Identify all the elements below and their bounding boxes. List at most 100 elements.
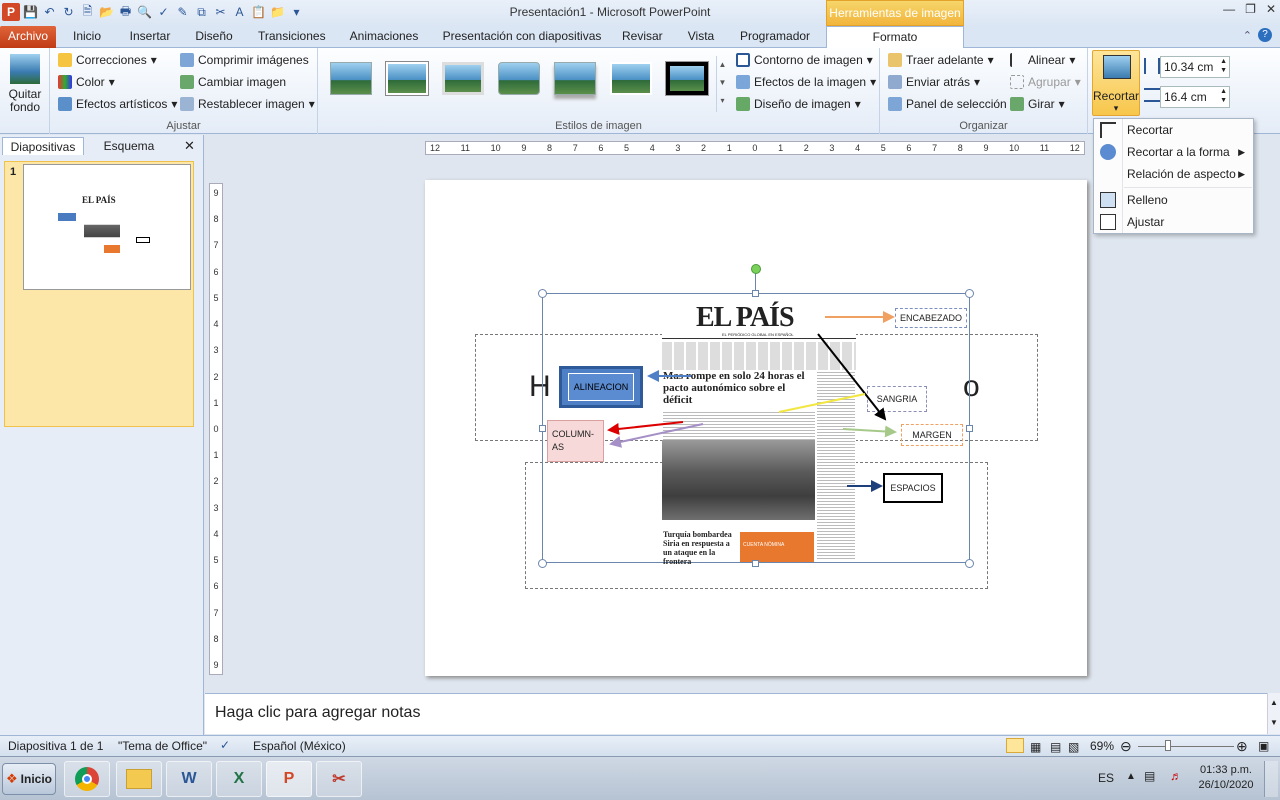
diseno-imagen-button[interactable]: Diseño de imagen ▾ [736, 97, 861, 111]
word-taskbar-icon[interactable]: W [166, 761, 212, 797]
normal-view-icon[interactable] [1006, 738, 1024, 753]
comprimir-button[interactable]: Comprimir imágenes [180, 53, 309, 67]
format-painter-icon[interactable]: ✎ [174, 4, 191, 21]
resize-handle[interactable] [538, 559, 547, 568]
resize-handle[interactable] [966, 425, 973, 432]
show-hidden-icons[interactable]: ▲ [1126, 771, 1136, 782]
menu-item-recortar[interactable]: Recortar [1094, 119, 1253, 141]
style-thumb[interactable] [610, 62, 652, 95]
folder-icon[interactable]: 📁 [269, 4, 286, 21]
traer-adelante-button[interactable]: Traer adelante ▾ [888, 53, 994, 67]
fit-to-window-icon[interactable]: ▣ [1258, 739, 1269, 753]
menu-item-relleno[interactable]: Relleno [1094, 189, 1253, 211]
zoom-slider[interactable] [1138, 746, 1234, 747]
undo-icon[interactable]: ↶ [41, 4, 58, 21]
clock-date[interactable]: 26/10/2020 [1196, 779, 1256, 791]
chrome-taskbar-icon[interactable] [64, 761, 110, 797]
paste-icon[interactable]: 📋 [250, 4, 267, 21]
style-thumb[interactable] [665, 61, 709, 96]
slideshow-icon[interactable]: ▧ [1068, 740, 1079, 754]
excel-taskbar-icon[interactable]: X [216, 761, 262, 797]
tab-insertar[interactable]: Insertar [128, 26, 172, 48]
theme-name[interactable]: "Tema de Office" [118, 739, 207, 753]
style-thumb[interactable] [554, 62, 596, 95]
width-field[interactable]: 16.4 cm ▲ ▼ [1160, 86, 1230, 108]
horizontal-ruler[interactable]: 12 11 10 9 8 7 6 5 4 3 2 1 0 1 2 3 4 5 6 7 8 9 10 11 12 [425, 141, 1085, 155]
efectos-artisticos-button[interactable]: Efectos artísticos ▾ [58, 97, 177, 111]
resize-handle[interactable] [965, 289, 974, 298]
snipping-tool-taskbar-icon[interactable]: ✂ [316, 761, 362, 797]
font-color-icon[interactable]: A [231, 4, 248, 21]
recortar-button[interactable]: Recortar ▾ [1092, 50, 1140, 116]
help-icon[interactable]: ? [1258, 28, 1272, 42]
notes-scrollbar[interactable]: ▲ ▼ [1267, 693, 1280, 734]
panel-seleccion-button[interactable]: Panel de selección [888, 97, 1007, 111]
color-button[interactable]: Color ▾ [58, 75, 115, 89]
enviar-atras-button[interactable]: Enviar atrás ▾ [888, 75, 980, 89]
reading-view-icon[interactable]: ▤ [1050, 740, 1061, 754]
tab-revisar[interactable]: Revisar [622, 26, 663, 48]
tab-esquema[interactable]: Esquema [86, 137, 172, 155]
quitar-fondo-button[interactable]: Quitar fondo [2, 88, 48, 114]
resize-handle[interactable] [752, 560, 759, 567]
correcciones-button[interactable]: Correcciones ▾ [58, 53, 157, 67]
tab-inicio[interactable]: Inicio [72, 26, 102, 48]
tab-diapositivas[interactable]: Diapositivas [2, 137, 84, 155]
height-field[interactable]: 10.34 cm ▲ ▼ [1160, 56, 1230, 78]
resize-handle[interactable] [539, 425, 546, 432]
language-indicator[interactable]: ES [1098, 771, 1114, 785]
contorno-button[interactable]: Contorno de imagen ▾ [736, 53, 873, 67]
customize-icon[interactable]: ▾ [288, 4, 305, 21]
spinner-icon[interactable]: ▲ ▼ [1220, 57, 1227, 75]
tab-formato[interactable]: Formato [826, 26, 964, 49]
tab-programador[interactable]: Programador [740, 26, 810, 48]
show-desktop-button[interactable] [1264, 761, 1278, 797]
zoom-level[interactable]: 69% [1090, 739, 1114, 753]
tab-animaciones[interactable]: Animaciones [348, 26, 420, 48]
spelling-icon[interactable]: ✓ [155, 4, 172, 21]
clock-time[interactable]: 01:33 p.m. [1198, 764, 1254, 776]
slide-thumbnail[interactable]: 1 EL PAÍS [4, 161, 194, 427]
file-explorer-taskbar-icon[interactable] [116, 761, 162, 797]
efectos-imagen-button[interactable]: Efectos de la imagen ▾ [736, 75, 876, 89]
preview-icon[interactable]: 🔍 [136, 4, 153, 21]
zoom-in-icon[interactable]: ⊕ [1236, 738, 1248, 755]
restore-icon[interactable]: ❐ [1245, 2, 1256, 16]
volume-icon[interactable]: ♬ [1170, 769, 1182, 783]
zoom-slider-thumb[interactable] [1165, 740, 1171, 751]
menu-item-ajustar[interactable]: Ajustar [1094, 211, 1253, 233]
redo-icon[interactable]: ↻ [60, 4, 77, 21]
spellcheck-icon[interactable]: ✓ [220, 738, 230, 752]
restablecer-button[interactable]: Restablecer imagen ▾ [180, 97, 315, 111]
menu-item-relacion-aspecto[interactable]: Relación de aspecto ▶ [1094, 163, 1253, 185]
new-icon[interactable]: 🗎 [79, 4, 96, 21]
resize-handle[interactable] [965, 559, 974, 568]
style-thumb[interactable] [386, 62, 428, 95]
tab-vista[interactable]: Vista [686, 26, 716, 48]
close-icon[interactable]: ✕ [1266, 2, 1276, 16]
minimize-ribbon-icon[interactable]: ⌃ [1243, 29, 1252, 42]
save-icon[interactable]: 💾 [22, 4, 39, 21]
close-panel-icon[interactable]: ✕ [184, 138, 195, 154]
start-button[interactable]: ❖ Inicio [2, 763, 56, 795]
girar-button[interactable]: Girar ▾ [1010, 97, 1065, 111]
language[interactable]: Español (México) [253, 739, 346, 753]
gallery-scroll[interactable]: ▲ ▼ ▾ [716, 56, 728, 112]
notes-pane[interactable]: Haga clic para agregar notas [205, 693, 1267, 734]
minimize-icon[interactable]: — [1223, 2, 1235, 16]
powerpoint-taskbar-icon[interactable]: P [266, 761, 312, 797]
cut-icon[interactable]: ✂ [212, 4, 229, 21]
agrupar-button[interactable]: Agrupar ▾ [1010, 75, 1081, 89]
resize-handle[interactable] [538, 289, 547, 298]
tab-presentacion[interactable]: Presentación con diapositivas [442, 26, 602, 48]
copy-icon[interactable]: ⧉ [193, 4, 210, 21]
menu-item-recortar-forma[interactable]: Recortar a la forma ▶ [1094, 141, 1253, 163]
style-thumb[interactable] [330, 62, 372, 95]
style-thumb[interactable] [442, 62, 484, 95]
tab-transiciones[interactable]: Transiciones [258, 26, 326, 48]
resize-handle[interactable] [752, 290, 759, 297]
print-icon[interactable]: 🖶 [117, 4, 134, 21]
tab-diseno[interactable]: Diseño [194, 26, 234, 48]
rotation-handle[interactable] [751, 264, 761, 274]
selected-picture[interactable]: EL PAÍS EL PERIÓDICO GLOBAL EN ESPAÑOL M… [542, 293, 970, 566]
